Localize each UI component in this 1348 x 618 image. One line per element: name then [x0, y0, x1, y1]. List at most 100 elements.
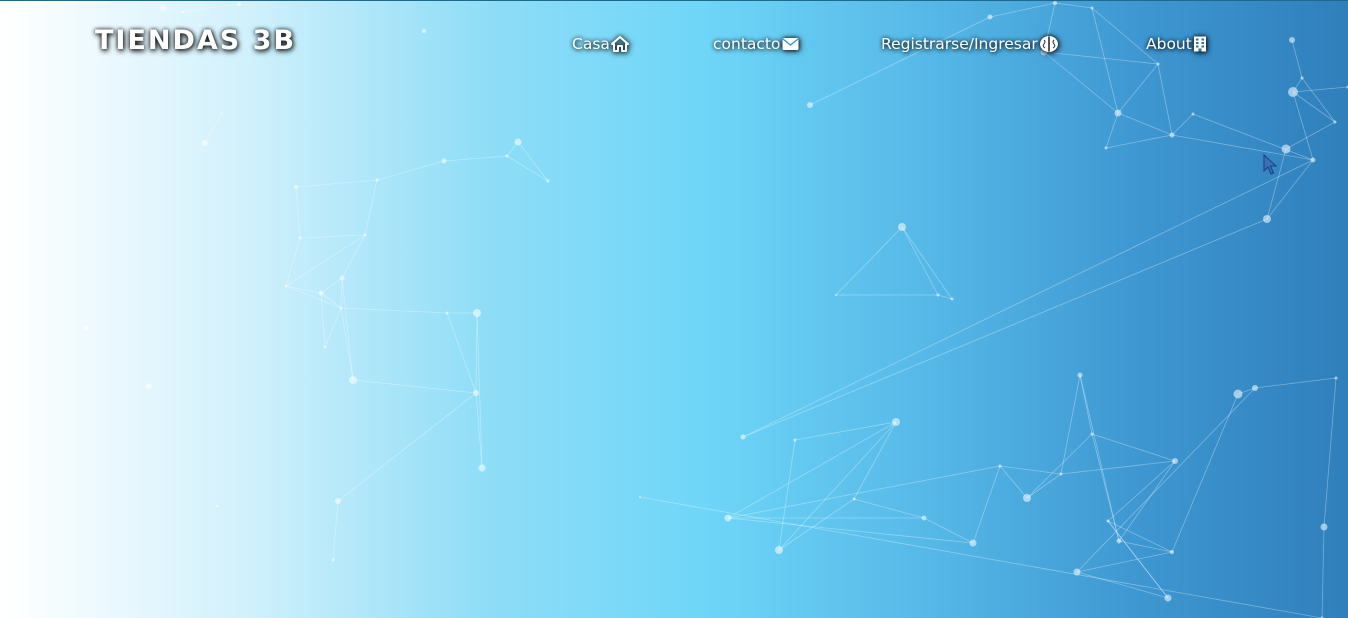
- network-link: [989, 2, 1056, 18]
- nav-contacto-link[interactable]: contacto: [713, 33, 799, 55]
- network-node: [1077, 372, 1083, 378]
- network-link: [1105, 134, 1173, 149]
- network-link: [475, 312, 478, 394]
- network-node: [294, 185, 298, 189]
- envelope-icon: [782, 38, 798, 50]
- brain-icon: [1039, 36, 1058, 52]
- network-link: [1118, 460, 1176, 542]
- network-node: [1023, 494, 1031, 502]
- network-node: [1289, 37, 1295, 43]
- network-link: [285, 285, 322, 294]
- network-link: [742, 218, 1268, 438]
- network-link: [923, 517, 974, 544]
- network-link: [778, 421, 897, 551]
- network-link: [443, 155, 508, 162]
- network-link: [340, 307, 354, 381]
- nav-casa-link[interactable]: Casa: [572, 33, 629, 55]
- network-node: [473, 390, 479, 396]
- network-link: [285, 285, 342, 309]
- network-node: [335, 498, 341, 504]
- network-node: [1114, 109, 1122, 117]
- network-node: [1164, 594, 1172, 602]
- network-node: [1073, 568, 1081, 576]
- network-node: [339, 275, 345, 281]
- network-node: [546, 179, 550, 183]
- network-link: [1285, 121, 1336, 150]
- network-node: [237, 2, 241, 6]
- network-link: [162, 7, 184, 13]
- network-node: [323, 345, 327, 349]
- network-node: [969, 539, 977, 547]
- network-link: [340, 277, 343, 309]
- network-node: [998, 464, 1002, 468]
- network-node: [298, 236, 302, 240]
- network-node: [441, 158, 447, 164]
- network-node: [215, 504, 219, 508]
- nav-registrarse-link[interactable]: Registrarse/Ingresar: [881, 33, 1059, 55]
- network-link: [742, 159, 1314, 438]
- network-node: [1059, 472, 1063, 476]
- nav-contacto-label: contacto: [713, 35, 781, 53]
- network-node: [505, 154, 509, 158]
- network-link: [364, 179, 378, 236]
- nav-registrarse-label: Registrarse/Ingresar: [881, 35, 1038, 53]
- network-link: [1157, 63, 1173, 136]
- home-icon: [610, 36, 629, 52]
- network-link: [853, 498, 925, 519]
- network-link: [1301, 77, 1336, 123]
- network-node: [1281, 144, 1291, 154]
- network-link: [1026, 473, 1062, 499]
- network-link: [1060, 374, 1081, 475]
- network-link: [1321, 526, 1325, 618]
- network-link: [341, 234, 366, 279]
- network-link: [446, 312, 477, 394]
- network-link: [1292, 91, 1314, 161]
- network-node: [639, 496, 641, 498]
- network-link: [204, 112, 223, 144]
- network-link: [1060, 460, 1176, 475]
- brand-logo[interactable]: TIENDAS 3B: [95, 25, 296, 56]
- network-node: [936, 293, 940, 297]
- network-link: [1171, 393, 1239, 553]
- network-node: [422, 29, 426, 33]
- network-node: [318, 290, 324, 296]
- building-icon: [1193, 36, 1206, 52]
- network-link: [1091, 433, 1120, 542]
- network-node: [1233, 389, 1243, 399]
- network-node: [950, 297, 954, 301]
- network-link: [1107, 460, 1176, 522]
- network-node: [181, 10, 185, 14]
- nav-about-link[interactable]: About: [1146, 33, 1207, 55]
- network-link: [324, 307, 342, 348]
- network-node: [221, 112, 223, 114]
- network-node: [898, 223, 906, 231]
- network-node: [1300, 76, 1304, 80]
- network-link: [901, 226, 939, 296]
- network-link: [727, 517, 974, 544]
- network-link: [1292, 86, 1348, 93]
- network-node: [1334, 376, 1338, 380]
- network-node: [1191, 112, 1195, 116]
- network-node: [724, 514, 732, 522]
- network-link: [1054, 2, 1093, 9]
- network-node: [349, 376, 357, 384]
- network-link: [1076, 551, 1173, 573]
- network-link: [337, 392, 477, 502]
- network-link: [506, 155, 549, 182]
- network-link: [1117, 112, 1173, 136]
- network-node: [740, 434, 746, 440]
- network-link: [517, 141, 549, 182]
- network-node: [775, 546, 783, 554]
- network-node: [202, 140, 208, 146]
- nav-casa-label: Casa: [572, 35, 610, 53]
- network-node: [892, 418, 900, 426]
- network-link: [1118, 540, 1173, 553]
- network-link: [1192, 113, 1314, 161]
- network-link: [1117, 63, 1159, 114]
- network-node: [146, 383, 152, 389]
- network-link: [1171, 113, 1194, 136]
- particle-network-background: [83, 1, 1348, 618]
- network-node: [363, 233, 367, 237]
- network-node: [835, 294, 837, 296]
- network-node: [160, 5, 166, 11]
